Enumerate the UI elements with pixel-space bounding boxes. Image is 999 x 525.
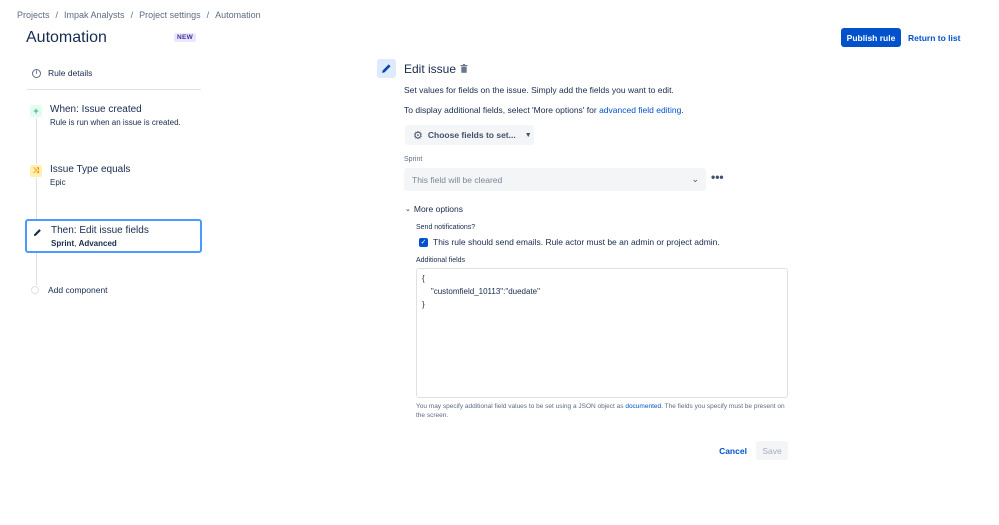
send-notifications-label: Send notifications?: [416, 224, 476, 231]
edit-pencil-icon: [377, 59, 396, 78]
trigger-title: When: Issue created: [50, 104, 142, 115]
connector-line: [36, 253, 37, 285]
trash-icon[interactable]: [460, 64, 468, 73]
breadcrumb-separator: /: [130, 10, 134, 20]
condition-step[interactable]: ⤨ Issue Type equals Epic: [30, 164, 130, 187]
gear-icon: ⚙: [413, 129, 423, 142]
choose-fields-label: Choose fields to set...: [427, 130, 516, 140]
documented-link[interactable]: documented: [625, 403, 661, 410]
condition-title: Issue Type equals: [50, 164, 131, 175]
action-subtitle-advanced: Advanced: [78, 239, 117, 248]
breadcrumb-separator: /: [206, 10, 210, 20]
add-component-label: Add component: [48, 285, 108, 295]
breadcrumb: Projects / Impak Analysts / Project sett…: [17, 10, 261, 20]
divider: [27, 89, 201, 90]
publish-rule-button[interactable]: Publish rule: [841, 28, 901, 47]
breadcrumb-separator: /: [55, 10, 59, 20]
shuffle-icon: ⤨: [30, 165, 42, 177]
action-step-selected[interactable]: Then: Edit issue fields Sprint, Advanced: [25, 219, 202, 253]
breadcrumb-impak-analysts[interactable]: Impak Analysts: [64, 10, 125, 20]
info-icon: i: [32, 68, 41, 78]
return-to-list-button[interactable]: Return to list: [908, 28, 960, 47]
additional-fields-hint: To display additional fields, select 'Mo…: [404, 105, 684, 115]
sprint-label: Sprint: [404, 156, 423, 163]
json-line: "customfield_10113":"duedate": [422, 287, 540, 296]
cancel-button[interactable]: Cancel: [716, 441, 750, 460]
chevron-down-icon: ⌄: [691, 174, 699, 184]
sprint-placeholder: This field will be cleared: [412, 174, 503, 185]
more-actions-icon[interactable]: •••: [711, 170, 724, 184]
action-title: Then: Edit issue fields: [51, 225, 149, 236]
json-line: }: [422, 300, 425, 309]
new-badge: NEW: [174, 33, 197, 42]
hint-suffix: .: [681, 105, 684, 115]
sprint-select[interactable]: This field will be cleared ⌄: [404, 168, 706, 191]
breadcrumb-projects[interactable]: Projects: [17, 10, 50, 20]
add-component-button[interactable]: Add component: [31, 285, 108, 295]
trigger-step[interactable]: + When: Issue created Rule is run when a…: [30, 104, 181, 127]
save-button[interactable]: Save: [756, 441, 788, 460]
plus-icon: +: [30, 105, 42, 117]
help-prefix: You may specify additional field values …: [416, 403, 626, 410]
send-notifications-checkbox[interactable]: ✓: [419, 237, 428, 247]
trigger-subtitle: Rule is run when an issue is created.: [50, 118, 181, 127]
condition-subtitle: Epic: [50, 178, 66, 187]
breadcrumb-automation[interactable]: Automation: [215, 10, 261, 20]
choose-fields-button[interactable]: ⚙ Choose fields to set... ▼: [405, 125, 534, 145]
rule-details-item[interactable]: i Rule details: [32, 68, 92, 78]
edit-issue-title: Edit issue: [404, 62, 457, 76]
edit-description: Set values for fields on the issue. Simp…: [404, 85, 674, 95]
additional-fields-textarea[interactable]: { "customfield_10113":"duedate" }: [416, 268, 788, 398]
more-options-label: More options: [413, 204, 464, 214]
additional-fields-help: You may specify additional field values …: [416, 402, 791, 420]
action-subtitle: Sprint, Advanced: [51, 239, 149, 248]
send-notifications-text: This rule should send emails. Rule actor…: [433, 237, 720, 247]
page-title: Automation: [26, 29, 107, 46]
more-options-toggle[interactable]: ⌄ More options: [405, 204, 463, 214]
chevron-down-icon: ⌄: [405, 206, 411, 213]
rule-details-label: Rule details: [48, 68, 93, 78]
advanced-field-editing-link[interactable]: advanced field editing: [599, 105, 681, 115]
breadcrumb-project-settings[interactable]: Project settings: [139, 10, 201, 20]
chevron-down-icon: ▼: [524, 131, 532, 139]
json-line: {: [422, 274, 425, 283]
hint-prefix: To display additional fields, select 'Mo…: [404, 105, 600, 115]
action-subtitle-sprint: Sprint: [51, 239, 75, 248]
additional-fields-label: Additional fields: [416, 257, 466, 264]
pencil-icon: [31, 226, 43, 238]
add-dot-icon: [31, 286, 39, 294]
send-notifications-row: ✓ This rule should send emails. Rule act…: [419, 237, 720, 247]
